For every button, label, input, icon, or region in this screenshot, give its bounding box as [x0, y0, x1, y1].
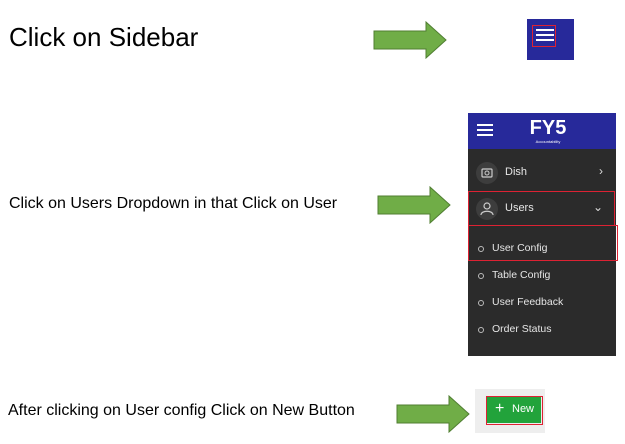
highlight-box — [532, 25, 556, 47]
sidebar-subitem-label: Table Config — [492, 269, 551, 281]
right-arrow-icon — [396, 395, 470, 433]
sidebar-item-label: Dish — [505, 166, 528, 178]
highlight-box — [468, 191, 615, 226]
sidebar-subitem-order-status[interactable]: Order Status — [468, 322, 616, 342]
right-arrow-icon — [377, 186, 451, 224]
sidebar: FY5 Accountability Dish › Users ⌄ User C… — [468, 113, 618, 356]
bullet-icon — [478, 327, 484, 333]
right-arrow-icon — [373, 21, 447, 59]
sidebar-subitem-table-config[interactable]: Table Config — [468, 268, 616, 288]
sidebar-header: FY5 Accountability — [468, 113, 616, 149]
sidebar-subitem-label: Order Status — [492, 323, 552, 335]
highlight-box — [468, 225, 618, 261]
bullet-icon — [478, 300, 484, 306]
bullet-icon — [478, 273, 484, 279]
sidebar-item-dish[interactable]: Dish › — [468, 159, 616, 187]
step-1-instruction: Click on Sidebar — [9, 22, 199, 52]
chevron-right-icon: › — [599, 164, 603, 178]
sidebar-toggle-button[interactable] — [527, 19, 574, 60]
sidebar-subitem-label: User Feedback — [492, 296, 564, 308]
dish-icon — [476, 162, 498, 184]
sidebar-subitem-user-feedback[interactable]: User Feedback — [468, 295, 616, 315]
logo-tagline: Accountability — [535, 139, 561, 144]
highlight-box — [486, 396, 543, 425]
step-3-instruction: After clicking on User config Click on N… — [8, 402, 355, 419]
logo-text: FY5 — [529, 117, 567, 139]
step-2-instruction: Click on Users Dropdown in that Click on… — [9, 195, 338, 212]
new-button-area: + New — [475, 389, 545, 433]
logo: FY5 Accountability — [525, 117, 571, 145]
